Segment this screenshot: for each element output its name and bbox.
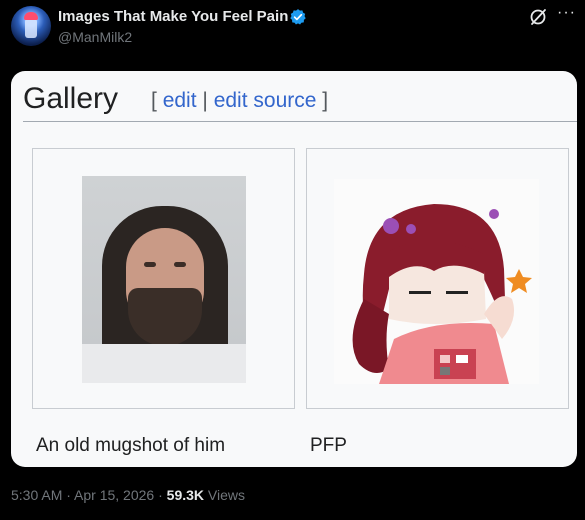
heading-divider xyxy=(23,121,577,122)
post-metadata: 5:30 AM · Apr 15, 2026 · 59.3K Views xyxy=(11,487,245,503)
views-count: 59.3K xyxy=(166,487,205,503)
more-options-icon[interactable]: ··· xyxy=(557,5,576,21)
grok-icon[interactable] xyxy=(528,7,548,27)
gallery-caption: PFP xyxy=(310,435,347,456)
pfp-illustration xyxy=(334,179,539,384)
edit-section-links: [ edit | edit source ] xyxy=(151,89,328,113)
avatar[interactable] xyxy=(11,6,51,46)
post-header: Images That Make You Feel Pain @ManMilk2… xyxy=(0,0,585,60)
gallery-item-pfp xyxy=(306,148,569,409)
edit-link[interactable]: edit xyxy=(163,89,197,112)
link-separator: | xyxy=(202,89,208,112)
edit-source-link[interactable]: edit source xyxy=(214,89,317,112)
user-handle[interactable]: @ManMilk2 xyxy=(58,29,132,45)
display-name[interactable]: Images That Make You Feel Pain xyxy=(58,8,288,25)
page-title: Gallery xyxy=(23,82,119,115)
gallery-item-mugshot xyxy=(32,148,295,409)
bracket-close: ] xyxy=(322,89,329,112)
views-label: Views xyxy=(204,487,245,503)
post-image[interactable]: Gallery [ edit | edit source ] An old mu… xyxy=(11,71,577,467)
post-timestamp[interactable]: 5:30 AM · Apr 15, 2026 · xyxy=(11,487,167,503)
bracket-open: [ xyxy=(151,89,157,112)
gallery-caption: An old mugshot of him xyxy=(36,435,226,456)
verified-badge-icon xyxy=(290,9,306,25)
mugshot-photo xyxy=(82,176,246,383)
